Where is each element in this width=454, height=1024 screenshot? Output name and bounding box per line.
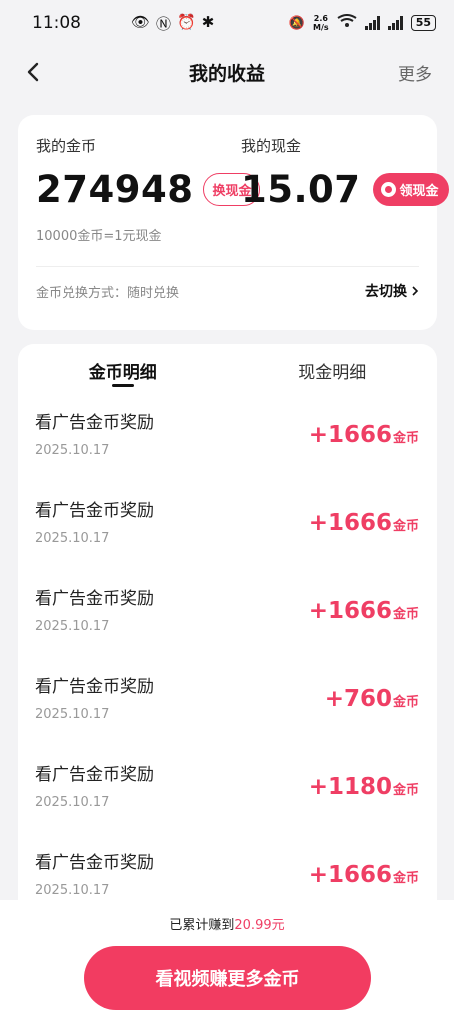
withdraw-cash-button[interactable]: 领现金 [372, 173, 449, 206]
switch-method-label: 去切换 [365, 284, 407, 300]
status-time: 11:08 [32, 13, 81, 33]
more-button[interactable]: 更多 [398, 60, 432, 85]
exchange-rate-text: 10000金币=1元现金 [36, 229, 162, 244]
back-button[interactable] [22, 58, 46, 86]
status-right-icons: 🔕 2.6 M/s 55 [289, 14, 436, 32]
record-amount: +760 金币 [324, 686, 419, 712]
record-date: 2025.10.17 [35, 619, 110, 634]
record-date: 2025.10.17 [35, 443, 110, 458]
exchange-method-text: 金币兑换方式：随时兑换 [36, 285, 180, 301]
list-item: 看广告金币奖励 2025.10.17 +1666 金币 [18, 482, 437, 570]
record-date: 2025.10.17 [35, 707, 110, 722]
list-item: 看广告金币奖励 2025.10.17 +760 金币 [18, 658, 437, 746]
record-date: 2025.10.17 [35, 795, 110, 810]
record-list: 看广告金币奖励 2025.10.17 +1666 金币 看广告金币奖励 2025.10… [18, 394, 437, 922]
divider [36, 266, 419, 267]
mute-icon: 🔕 [288, 15, 306, 31]
status-left-icons: 👁 Ⓝ ⏰ ✱ [131, 13, 214, 34]
tab-coin-detail[interactable]: 金币明细 [18, 344, 228, 394]
earnings-summary-card: 我的金币 274948 换现金 我的现金 15.07 领现金 10000金币=1… [18, 115, 449, 330]
withdraw-cash-label: 领现金 [399, 184, 439, 199]
record-amount: +1666 金币 [308, 510, 419, 536]
detail-tabs: 金币明细 现金明细 [18, 344, 437, 394]
list-item: 看广告金币奖励 2025.10.17 +1666 金币 [18, 570, 437, 658]
signal-icon [364, 16, 380, 30]
switch-method-link[interactable]: 去切换 [365, 281, 419, 301]
alarm-icon: ⏰ [177, 12, 196, 31]
battery-icon: 55 [410, 15, 436, 31]
coin-label: 我的金币 [36, 137, 97, 155]
coin-balance: 274948 [36, 168, 194, 211]
chevron-left-icon [27, 62, 39, 82]
wallet-icon [380, 182, 396, 197]
record-amount: +1666 金币 [308, 862, 419, 888]
record-date: 2025.10.17 [35, 531, 110, 546]
eye-icon: 👁 [131, 12, 151, 31]
cash-label: 我的现金 [241, 137, 302, 155]
chevron-right-icon [412, 286, 419, 296]
record-amount: +1666 金币 [308, 598, 419, 624]
cash-balance: 15.07 [241, 168, 361, 211]
record-title: 看广告金币奖励 [35, 677, 154, 697]
record-title: 看广告金币奖励 [35, 765, 154, 785]
network-speed: 2.6 M/s [313, 14, 329, 32]
total-earned-text: 已累计赚到20.99元 [169, 918, 285, 933]
wifi-icon [337, 14, 357, 32]
record-title: 看广告金币奖励 [35, 589, 154, 609]
tab-cash-detail[interactable]: 现金明细 [228, 344, 438, 394]
bluetooth-icon: ✱ [201, 12, 215, 31]
list-item: 看广告金币奖励 2025.10.17 +1666 金币 [18, 394, 437, 482]
bottom-bar: 已累计赚到20.99元 看视频赚更多金币 [0, 900, 454, 1024]
record-title: 看广告金币奖励 [35, 501, 154, 521]
total-earned-value: 20.99元 [234, 918, 285, 933]
record-title: 看广告金币奖励 [35, 413, 154, 433]
active-tab-indicator [111, 384, 134, 387]
detail-card: 金币明细 现金明细 看广告金币奖励 2025.10.17 +1666 金币 看广告金… [18, 344, 437, 944]
page-title: 我的收益 [188, 62, 265, 85]
record-amount: +1666 金币 [308, 422, 419, 448]
watch-video-earn-button[interactable]: 看视频赚更多金币 [84, 946, 371, 1010]
cash-section: 我的现金 15.07 领现金 [241, 135, 449, 211]
record-date: 2025.10.17 [35, 883, 110, 898]
list-item: 看广告金币奖励 2025.10.17 +1180 金币 [18, 746, 437, 834]
coin-section: 我的金币 274948 换现金 [36, 135, 261, 211]
status-bar: 11:08 👁 Ⓝ ⏰ ✱ 🔕 2.6 M/s 55 [0, 0, 454, 46]
nfc-icon: Ⓝ [156, 14, 172, 33]
signal-icon-2 [387, 16, 403, 30]
record-title: 看广告金币奖励 [35, 853, 154, 873]
record-amount: +1180 金币 [308, 774, 419, 800]
nav-bar: 我的收益 更多 [0, 46, 454, 98]
